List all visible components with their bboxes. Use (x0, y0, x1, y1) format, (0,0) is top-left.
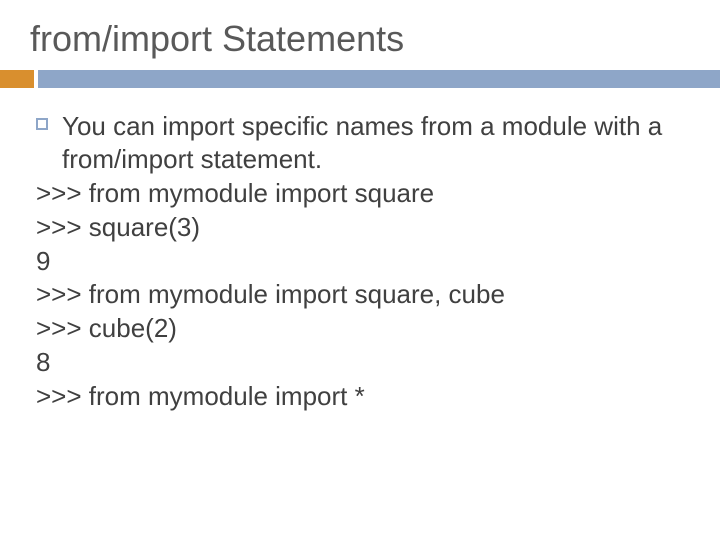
divider-bar (0, 70, 720, 88)
accent-block (0, 70, 34, 88)
code-line: 9 (36, 245, 682, 279)
code-line: >>> from mymodule import square, cube (36, 278, 682, 312)
content-area: You can import specific names from a mod… (0, 88, 720, 414)
slide: from/import Statements You can import sp… (0, 0, 720, 540)
bullet-item: You can import specific names from a mod… (62, 110, 682, 175)
code-line: >>> from mymodule import square (36, 177, 682, 211)
slide-title: from/import Statements (0, 18, 720, 70)
code-line: >>> cube(2) (36, 312, 682, 346)
square-bullet-icon (36, 118, 48, 130)
code-line: 8 (36, 346, 682, 380)
code-line: >>> from mymodule import * (36, 380, 682, 414)
main-bar (38, 70, 720, 88)
code-line: >>> square(3) (36, 211, 682, 245)
bullet-text: You can import specific names from a mod… (62, 111, 662, 174)
